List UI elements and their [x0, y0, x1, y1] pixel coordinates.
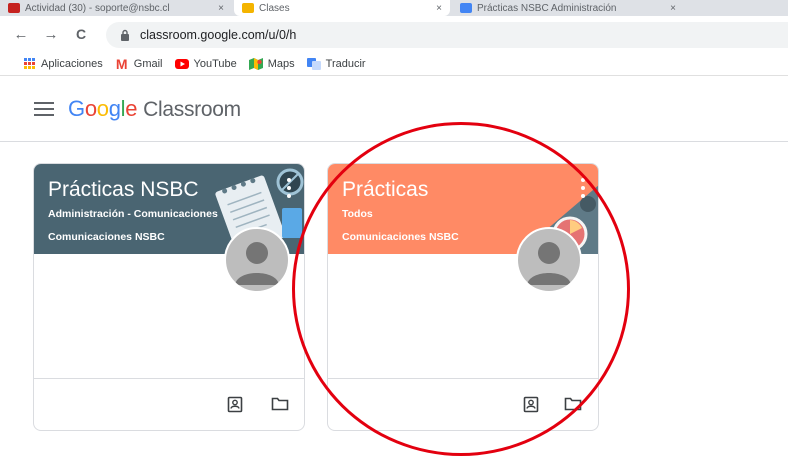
person-icon	[527, 242, 571, 285]
youtube-icon	[174, 58, 189, 70]
student-work-icon[interactable]	[224, 393, 246, 415]
teacher-avatar	[224, 227, 290, 293]
course-title[interactable]: Prácticas NSBC	[48, 178, 199, 202]
translate-icon	[306, 57, 321, 70]
course-card-practicas[interactable]: Prácticas Todos Comunicaciones NSBC	[327, 163, 599, 431]
classroom-favicon-icon	[460, 3, 472, 13]
browser-toolbar: ← → C classroom.google.com/u/0/h	[0, 16, 788, 52]
logo-letter: G	[68, 95, 85, 121]
course-title[interactable]: Prácticas	[342, 178, 428, 202]
logo-letter: o	[84, 95, 97, 121]
bookmark-youtube[interactable]: YouTube	[174, 57, 237, 70]
product-name: Classroom	[143, 97, 241, 121]
tab-label: Actividad (30) - soporte@nsbc.cl	[25, 2, 170, 14]
reload-icon[interactable]: C	[68, 21, 94, 47]
bookmark-gmail[interactable]: M Gmail	[115, 55, 163, 72]
tab-close-icon[interactable]: ×	[670, 3, 676, 14]
course-section: Administración - Comunicaciones	[48, 208, 218, 220]
bookmark-label: YouTube	[193, 57, 237, 70]
card-footer	[328, 378, 598, 430]
bookmark-apps[interactable]: Aplicaciones	[22, 58, 103, 70]
tab-label: Clases	[259, 2, 290, 14]
browser-tab-gmail[interactable]: Actividad (30) - soporte@nsbc.cl ×	[0, 0, 232, 16]
logo-letter: g	[108, 95, 121, 121]
classroom-header: Google Classroom	[0, 76, 788, 142]
maps-icon	[248, 57, 263, 70]
more-options-icon[interactable]	[578, 178, 588, 198]
more-options-icon[interactable]	[284, 178, 294, 198]
course-card-practicas-nsbc[interactable]: Prácticas NSBC Administración - Comunica…	[33, 163, 305, 431]
bookmark-translate[interactable]: Traducir	[306, 57, 366, 70]
forward-arrow-icon[interactable]: →	[38, 21, 64, 47]
folder-icon[interactable]	[269, 393, 291, 415]
logo-letter: o	[96, 95, 109, 121]
course-section: Todos	[342, 208, 373, 220]
browser-tab-classes[interactable]: Clases ×	[234, 0, 450, 16]
logo-letter: e	[125, 95, 138, 121]
browser-tab-strip: Actividad (30) - soporte@nsbc.cl × Clase…	[0, 0, 788, 16]
browser-tab-practicas[interactable]: Prácticas NSBC Administración ×	[452, 0, 684, 16]
person-icon	[235, 242, 279, 285]
lock-icon	[118, 28, 132, 42]
bookmark-label: Traducir	[325, 57, 366, 70]
tab-close-icon[interactable]: ×	[436, 3, 442, 14]
bookmark-label: Gmail	[133, 57, 163, 70]
bookmark-maps[interactable]: Maps	[248, 57, 295, 70]
gmail-favicon-icon	[8, 3, 20, 13]
tab-label: Prácticas NSBC Administración	[477, 2, 617, 14]
course-teacher: Comunicaciones NSBC	[48, 231, 165, 243]
classroom-favicon-icon	[242, 3, 254, 13]
apps-grid-icon	[22, 58, 36, 70]
folder-icon[interactable]	[562, 393, 584, 415]
course-teacher: Comunicaciones NSBC	[342, 231, 459, 243]
bookmarks-bar: Aplicaciones M Gmail YouTube Maps Traduc…	[0, 52, 788, 76]
teacher-avatar	[516, 227, 582, 293]
bookmark-label: Aplicaciones	[41, 57, 103, 70]
address-bar[interactable]: classroom.google.com/u/0/h	[106, 22, 788, 48]
google-classroom-logo[interactable]: Google Classroom	[68, 96, 241, 122]
url-text: classroom.google.com/u/0/h	[140, 28, 297, 42]
card-footer	[34, 378, 304, 430]
tab-close-icon[interactable]: ×	[218, 3, 224, 14]
bookmark-label: Maps	[267, 57, 295, 70]
gmail-icon: M	[115, 55, 128, 72]
main-menu-icon[interactable]	[34, 101, 54, 116]
student-work-icon[interactable]	[520, 393, 542, 415]
back-arrow-icon[interactable]: ←	[8, 21, 34, 47]
